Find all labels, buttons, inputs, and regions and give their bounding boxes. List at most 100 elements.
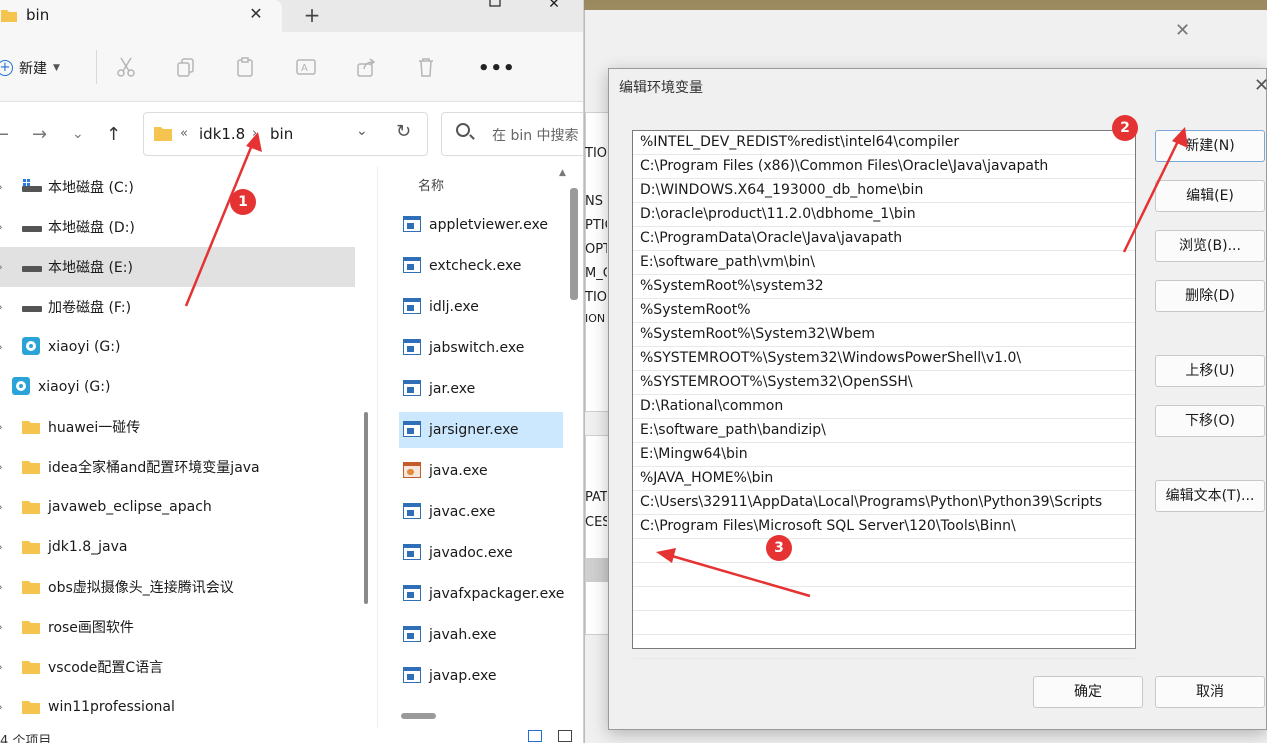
expand-chevron-icon[interactable]: ›	[0, 300, 3, 314]
file-row-selected[interactable]: jarsigner.exe	[399, 412, 563, 448]
nav-item-folder[interactable]: › rose画图软件	[0, 607, 355, 647]
file-row[interactable]: idlj.exe	[399, 289, 563, 325]
path-row[interactable]: %SYSTEMROOT%\System32\OpenSSH\	[633, 371, 1135, 395]
nav-item-folder[interactable]: › win11professional	[0, 687, 355, 727]
path-list[interactable]: %INTEL_DEV_REDIST%redist\intel64\compile…	[632, 130, 1136, 659]
file-row[interactable]: javac.exe	[399, 494, 563, 530]
expand-chevron-icon[interactable]: ›	[0, 260, 3, 274]
column-header-name[interactable]: 名称	[418, 175, 444, 194]
expand-chevron-icon[interactable]: ›	[0, 700, 3, 714]
path-row[interactable]: C:\Program Files\Microsoft SQL Server\12…	[633, 515, 1135, 539]
refresh-icon[interactable]: ↻	[396, 121, 411, 142]
path-row[interactable]: %SystemRoot%\system32	[633, 275, 1135, 299]
path-row[interactable]: E:\software_path\bandizip\	[633, 419, 1135, 443]
expand-chevron-icon[interactable]: ›	[0, 660, 3, 674]
new-button[interactable]: 新建(N)	[1155, 130, 1265, 162]
edit-text-button[interactable]: 编辑文本(T)...	[1155, 480, 1265, 512]
tiles-view-icon[interactable]	[558, 730, 572, 742]
nav-item-folder[interactable]: › huawei一碰传	[0, 407, 355, 447]
cancel-button[interactable]: 取消	[1155, 676, 1265, 708]
file-row[interactable]: jar.exe	[399, 371, 563, 407]
path-row[interactable]: D:\oracle\product\11.2.0\dbhome_1\bin	[633, 203, 1135, 227]
search-box[interactable]: 在 bin 中搜索	[441, 112, 583, 156]
expand-chevron-icon[interactable]: ›	[0, 420, 3, 434]
move-up-button[interactable]: 上移(U)	[1155, 355, 1265, 387]
nav-item-folder[interactable]: › idea全家桶and配置环境变量java	[0, 447, 355, 487]
path-row[interactable]: %JAVA_HOME%\bin	[633, 467, 1135, 491]
nav-item-folder[interactable]: › jdk1.8_java	[0, 527, 355, 567]
path-row[interactable]: %SystemRoot%	[633, 299, 1135, 323]
details-view-icon[interactable]	[528, 730, 542, 742]
file-row[interactable]: extcheck.exe	[399, 248, 563, 284]
close-icon[interactable]: ✕	[1175, 20, 1190, 41]
nav-item-xiaoyi-g-root[interactable]: xiaoyi (G:)	[0, 367, 355, 407]
file-row[interactable]: javah.exe	[399, 617, 563, 653]
selected-variable-row[interactable]	[585, 558, 609, 582]
paste-icon[interactable]	[234, 56, 256, 78]
move-down-button[interactable]: 下移(O)	[1155, 405, 1265, 437]
expand-chevron-icon[interactable]: ›	[0, 180, 3, 194]
delete-icon[interactable]	[415, 56, 437, 78]
address-dropdown-chevron-icon[interactable]: ⌄	[356, 123, 368, 139]
breadcrumb-bin[interactable]: bin	[270, 125, 293, 143]
maximize-icon[interactable]	[486, 0, 504, 22]
path-row[interactable]	[633, 539, 1135, 563]
pane-divider[interactable]	[377, 166, 378, 728]
expand-chevron-icon[interactable]: ›	[0, 340, 3, 354]
nav-item-folder[interactable]: › obs虚拟摄像头_连接腾讯会议	[0, 567, 355, 607]
nav-item-local-disk-c[interactable]: › 本地磁盘 (C:)	[0, 167, 355, 207]
expand-chevron-icon[interactable]: ›	[0, 500, 3, 514]
system-variables-list[interactable]	[585, 435, 609, 635]
delete-button[interactable]: 删除(D)	[1155, 280, 1265, 312]
path-row[interactable]: %INTEL_DEV_REDIST%redist\intel64\compile…	[633, 131, 1135, 155]
nav-item-volume-f[interactable]: › 加卷磁盘 (F:)	[0, 287, 355, 327]
nav-item-xiaoyi-g[interactable]: › xiaoyi (G:)	[0, 327, 355, 367]
nav-item-local-disk-e[interactable]: › 本地磁盘 (E:)	[0, 247, 355, 287]
path-row[interactable]: %SYSTEMROOT%\System32\WindowsPowerShell\…	[633, 347, 1135, 371]
close-window-icon[interactable]: ✕	[544, 0, 564, 22]
expand-chevron-icon[interactable]: ›	[0, 220, 3, 234]
forward-arrow-icon[interactable]: →	[32, 124, 47, 145]
file-row[interactable]: java.exe	[399, 453, 563, 489]
path-row[interactable]	[633, 611, 1135, 635]
share-icon[interactable]	[355, 56, 377, 78]
path-row[interactable]	[633, 563, 1135, 587]
nav-item-folder[interactable]: › javaweb_eclipse_apach	[0, 487, 355, 527]
path-row[interactable]	[633, 587, 1135, 611]
expand-chevron-icon[interactable]: ›	[0, 580, 3, 594]
browse-button[interactable]: 浏览(B)...	[1155, 230, 1265, 262]
breadcrumb-overflow[interactable]: «	[180, 126, 188, 141]
file-row[interactable]: javafxpackager.exe	[399, 576, 564, 612]
expand-chevron-icon[interactable]: ›	[0, 460, 3, 474]
path-row[interactable]: D:\Rational\common	[633, 395, 1135, 419]
cut-icon[interactable]	[115, 56, 137, 78]
path-row[interactable]: D:\WINDOWS.X64_193000_db_home\bin	[633, 179, 1135, 203]
new-tab-icon[interactable]: +	[300, 4, 324, 26]
expand-chevron-icon[interactable]: ›	[0, 620, 3, 634]
close-icon[interactable]: ✕	[1254, 75, 1267, 96]
path-row[interactable]: C:\Program Files (x86)\Common Files\Orac…	[633, 155, 1135, 179]
address-bar[interactable]: « idk1.8 › bin ⌄ ↻	[143, 112, 428, 156]
path-row[interactable]: C:\ProgramData\Oracle\Java\javapath	[633, 227, 1135, 251]
nav-pane-scrollbar[interactable]	[364, 412, 368, 604]
search-input[interactable]: 在 bin 中搜索	[492, 125, 579, 145]
up-arrow-icon[interactable]: ↑	[106, 124, 121, 145]
horizontal-scrollbar[interactable]	[401, 713, 436, 719]
path-row[interactable]: %SystemRoot%\System32\Wbem	[633, 323, 1135, 347]
nav-item-local-disk-d[interactable]: › 本地磁盘 (D:)	[0, 207, 355, 247]
tab-bin[interactable]: bin ✕	[0, 0, 282, 32]
file-list-scrollbar[interactable]	[570, 188, 578, 300]
path-row[interactable]: E:\Mingw64\bin	[633, 443, 1135, 467]
path-row[interactable]	[633, 635, 1135, 659]
file-row[interactable]: jabswitch.exe	[399, 330, 563, 366]
rename-icon[interactable]: A	[295, 56, 317, 78]
recent-locations-chevron-icon[interactable]: ⌄	[72, 126, 84, 142]
path-row[interactable]: C:\Users\32911\AppData\Local\Programs\Py…	[633, 491, 1135, 515]
ok-button[interactable]: 确定	[1033, 676, 1143, 708]
copy-icon[interactable]	[175, 56, 197, 78]
file-row[interactable]: javadoc.exe	[399, 535, 563, 571]
back-arrow-icon[interactable]: ←	[0, 124, 9, 145]
file-row[interactable]: appletviewer.exe	[399, 207, 563, 243]
close-tab-icon[interactable]: ✕	[246, 4, 266, 24]
breadcrumb-idk18[interactable]: idk1.8	[199, 125, 245, 143]
